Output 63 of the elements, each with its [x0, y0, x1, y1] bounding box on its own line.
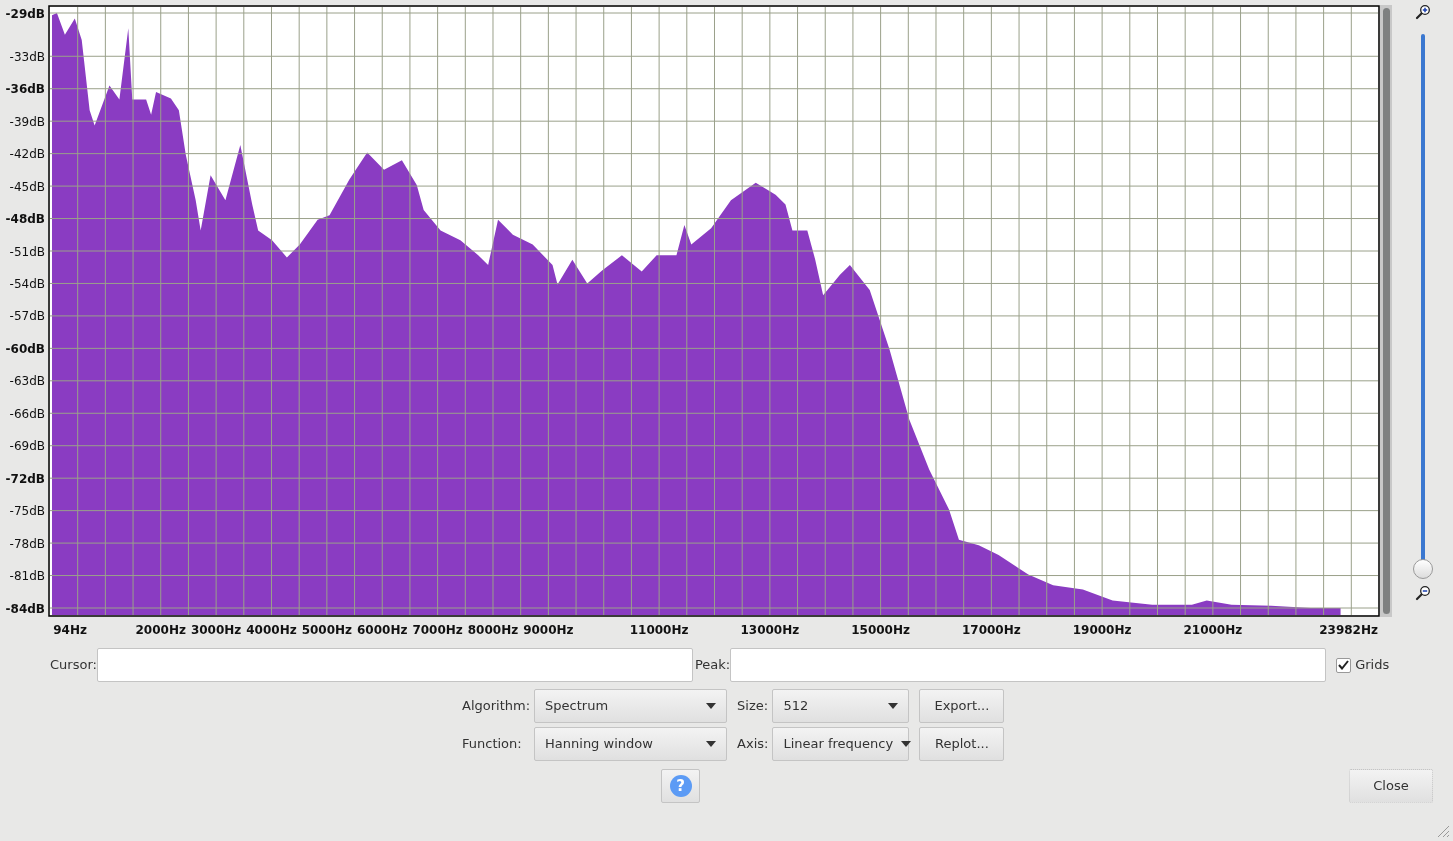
- y-axis-label: -57dB: [9, 309, 45, 324]
- axis-label: Axis:: [737, 735, 769, 754]
- y-axis-label: -75dB: [9, 504, 45, 519]
- resize-grip-icon[interactable]: [1436, 824, 1450, 838]
- y-axis-label: -66dB: [9, 406, 45, 421]
- cursor-label: Cursor:: [50, 656, 97, 675]
- y-axis-label: -51dB: [9, 244, 45, 259]
- caret-icon: [706, 703, 717, 709]
- cursor-field[interactable]: [96, 648, 693, 682]
- size-label: Size:: [737, 697, 769, 716]
- y-axis-label: -36dB: [5, 82, 45, 97]
- algorithm-label: Algorithm:: [462, 697, 531, 716]
- peak-field[interactable]: [730, 648, 1327, 682]
- scrollbar[interactable]: [1380, 5, 1392, 617]
- y-axis-label: -42dB: [9, 147, 45, 162]
- function-label: Function:: [462, 735, 523, 754]
- grids-label: Grids: [1355, 656, 1390, 675]
- caret-icon: [888, 703, 899, 709]
- zoom-out-icon[interactable]: [1414, 585, 1431, 601]
- x-axis-label: 3000Hz: [190, 623, 242, 637]
- algorithm-dropdown[interactable]: Spectrum: [534, 689, 728, 723]
- size-dropdown[interactable]: 512: [772, 689, 910, 723]
- y-axis-label: -63dB: [9, 374, 45, 389]
- x-axis-label: 5000Hz: [301, 623, 353, 637]
- caret-icon: [901, 741, 912, 747]
- x-axis-label: 23982Hz: [1319, 623, 1378, 637]
- x-axis-label: 94Hz: [53, 623, 87, 637]
- x-axis-label: 13000Hz: [740, 623, 800, 637]
- x-axis-label: 7000Hz: [412, 623, 463, 637]
- y-axis-label: -48dB: [5, 212, 45, 227]
- caret-icon: [706, 741, 717, 747]
- x-axis-label: 17000Hz: [962, 623, 1021, 637]
- y-axis-label: -54dB: [9, 276, 45, 291]
- y-axis-label: -60dB: [5, 341, 45, 356]
- x-axis-label: 19000Hz: [1072, 623, 1132, 637]
- y-axis-label: -33dB: [9, 49, 45, 64]
- zoom-slider[interactable]: [1412, 34, 1433, 579]
- x-axis-label: 9000Hz: [523, 623, 574, 637]
- y-axis-label: -29dB: [5, 6, 45, 21]
- x-axis-label: 4000Hz: [246, 623, 297, 637]
- x-axis-label: 11000Hz: [629, 623, 689, 637]
- x-axis-label: 8000Hz: [467, 623, 519, 637]
- peak-label: Peak:: [694, 656, 731, 675]
- x-axis-label: 21000Hz: [1183, 623, 1243, 637]
- y-axis-label: -78dB: [9, 536, 45, 551]
- function-dropdown[interactable]: Hanning window: [534, 727, 728, 761]
- axis-dropdown[interactable]: Linear frequency: [772, 727, 910, 761]
- checkmark-icon: [1338, 660, 1350, 670]
- slider-thumb[interactable]: [1412, 559, 1433, 579]
- y-axis-label: -84dB: [5, 601, 45, 616]
- x-axis-label: 2000Hz: [135, 623, 186, 637]
- x-axis-label: 15000Hz: [851, 623, 910, 637]
- y-axis-label: -69dB: [9, 439, 45, 454]
- grids-checkbox[interactable]: [1336, 657, 1352, 673]
- export-button[interactable]: Export...: [919, 689, 1005, 723]
- replot-button[interactable]: Replot...: [919, 727, 1005, 761]
- x-axis-label: 6000Hz: [357, 623, 408, 637]
- y-axis-label: -81dB: [9, 569, 45, 584]
- close-button[interactable]: Close: [1349, 769, 1433, 803]
- zoom-in-icon[interactable]: [1414, 4, 1431, 20]
- y-axis-label: -72dB: [5, 471, 45, 486]
- y-axis-label: -45dB: [9, 179, 45, 194]
- y-axis-label: -39dB: [9, 114, 45, 129]
